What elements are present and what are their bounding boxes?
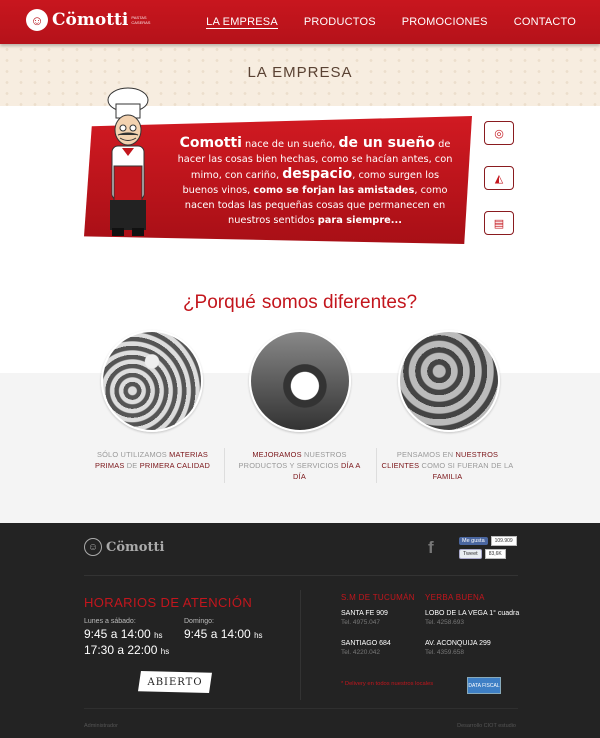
caption-em: FAMILIA — [432, 472, 463, 481]
main-menu: LA EMPRESA PRODUCTOS PROMOCIONES CONTACT… — [206, 16, 576, 29]
chef-illustration — [107, 87, 149, 236]
nav-promociones[interactable]: PROMOCIONES — [402, 16, 488, 29]
features-title-rest: somos diferentes? — [261, 292, 418, 313]
hours-title: HORARIOS DE ATENCIÓN — [84, 595, 253, 610]
intro-emphasis: de un sueño — [338, 135, 436, 151]
like-row: Me gusta 109.909 — [459, 536, 517, 546]
pasta-icon: ◎ — [484, 121, 514, 145]
branch-address: LOBO DE LA VEGA 1° cuadra — [425, 610, 520, 617]
time: 17:30 a 22:00 — [84, 643, 158, 657]
divider — [376, 448, 377, 483]
weekday-slot-1: 9:45 a 14:00 hs — [84, 627, 169, 643]
open-status-badge: ABIERTO — [138, 671, 212, 693]
branch-phone: Tel. 4220.042 — [341, 649, 381, 656]
intro-text: Comotti nace de un sueño, de un sueño de… — [176, 136, 454, 228]
side-icons: ◎ ◭ ▤ — [484, 121, 516, 256]
features-title-q: ¿Porqué — [182, 292, 256, 313]
caption-text: COMO SI FUERAN DE LA — [419, 461, 514, 470]
nav-productos[interactable]: PRODUCTOS — [304, 16, 376, 29]
branch-phone: Tel. 4359.658 — [425, 649, 465, 656]
branch-address: SANTA FE 909 — [341, 610, 388, 617]
nav-contacto[interactable]: CONTACTO — [514, 16, 576, 29]
logo-wordmark: Cömotti — [52, 10, 129, 30]
branch-title-tucuman: S.M DE TUCUMÁN — [341, 593, 415, 602]
branch-address: AV. ACONQUIJA 299 — [425, 640, 491, 647]
caption-em: PRIMERA CALIDAD — [139, 461, 211, 470]
footer-logo[interactable]: ☺ Cömotti — [84, 538, 164, 556]
sunday-slot: 9:45 a 14:00 hs — [184, 627, 263, 643]
caption-text: PENSAMOS EN — [396, 450, 456, 459]
tweet-button[interactable]: Tweet — [459, 549, 482, 559]
pastry-photo — [249, 330, 351, 432]
unit: hs — [160, 647, 170, 656]
intro-emphasis: para siempre... — [317, 215, 402, 226]
caption-text: SÓLO UTILIZAMOS — [96, 450, 170, 459]
nav-la-empresa[interactable]: LA EMPRESA — [206, 16, 278, 29]
social-buttons: Me gusta 109.909 Tweet 83,6K — [459, 536, 517, 562]
time: 9:45 a 14:00 — [84, 627, 151, 641]
unit: hs — [154, 631, 163, 640]
section-header-strip: LA EMPRESA — [0, 44, 600, 106]
features-title: ¿Porqué somos diferentes? — [0, 292, 600, 314]
data-fiscal-qr[interactable]: DATA FISCAL — [467, 677, 501, 694]
caption-text: DE — [124, 461, 140, 470]
branch-title-yerba-buena: YERBA BUENA — [425, 593, 485, 602]
branch-phone: Tel. 4258.693 — [425, 619, 465, 626]
pasta-photo — [101, 330, 203, 432]
footer-vertical-divider — [300, 590, 301, 700]
intro-brand: Comotti — [179, 135, 242, 151]
weekday-slot-2: 17:30 a 22:00 hs — [84, 643, 169, 659]
feature-caption: PENSAMOS EN NUESTROS CLIENTES COMO SI FU… — [380, 449, 515, 482]
feature-caption: SÓLO UTILIZAMOS MATERIAS PRIMAS DE PRIME… — [85, 449, 220, 471]
weekday-label: Lunes a sábado: — [84, 618, 136, 625]
logo-icon: ☺ — [84, 538, 102, 556]
intro-emphasis: despacio — [282, 166, 353, 182]
footer-divider — [84, 575, 518, 576]
branch-phone: Tel. 4975.047 — [341, 619, 381, 626]
delivery-text: Delivery en todos nuestros locales — [343, 681, 434, 687]
feature-caption: MEJORAMOS NUESTROS PRODUCTOS Y SERVICIOS… — [232, 449, 367, 482]
facebook-icon[interactable]: f — [428, 538, 434, 558]
caption-em: MEJORAMOS — [252, 450, 302, 459]
dough-photo — [398, 330, 500, 432]
tweet-row: Tweet 83,6K — [459, 549, 517, 559]
footer-logo-wordmark: Cömotti — [106, 539, 165, 555]
top-nav: ☺ Cömotti PASTAS CASERAS LA EMPRESA PROD… — [0, 0, 600, 44]
like-count: 109.909 — [490, 536, 517, 546]
logo-icon: ☺ — [26, 9, 48, 31]
delivery-note: * Delivery en todos nuestros locales — [341, 681, 433, 687]
pizza-slice-icon: ◭ — [484, 166, 514, 190]
admin-link[interactable]: Administrador — [84, 723, 118, 729]
intro-emphasis: como se forjan las amistades — [253, 185, 415, 196]
weekday-hours: Lunes a sábado: 9:45 a 14:00 hs 17:30 a … — [84, 618, 169, 659]
footer-bottom-divider — [84, 708, 518, 709]
tweet-count: 83,6K — [484, 549, 506, 559]
time: 9:45 a 14:00 — [184, 627, 251, 641]
unit: hs — [254, 631, 263, 640]
branch-address: SANTIAGO 684 — [341, 640, 391, 647]
credits-link[interactable]: Desarrollo CIOT estudio — [457, 723, 516, 729]
divider — [224, 448, 225, 483]
intro-text-part: nace de un sueño, — [241, 139, 339, 150]
logo-tagline: PASTAS CASERAS — [131, 15, 151, 25]
logo[interactable]: ☺ Cömotti PASTAS CASERAS — [26, 9, 151, 31]
like-button[interactable]: Me gusta — [459, 537, 488, 545]
sunday-hours: Domingo: 9:45 a 14:00 hs — [184, 618, 263, 643]
page-title: LA EMPRESA — [247, 64, 353, 81]
sunday-label: Domingo: — [184, 618, 214, 625]
cake-icon: ▤ — [484, 211, 514, 235]
